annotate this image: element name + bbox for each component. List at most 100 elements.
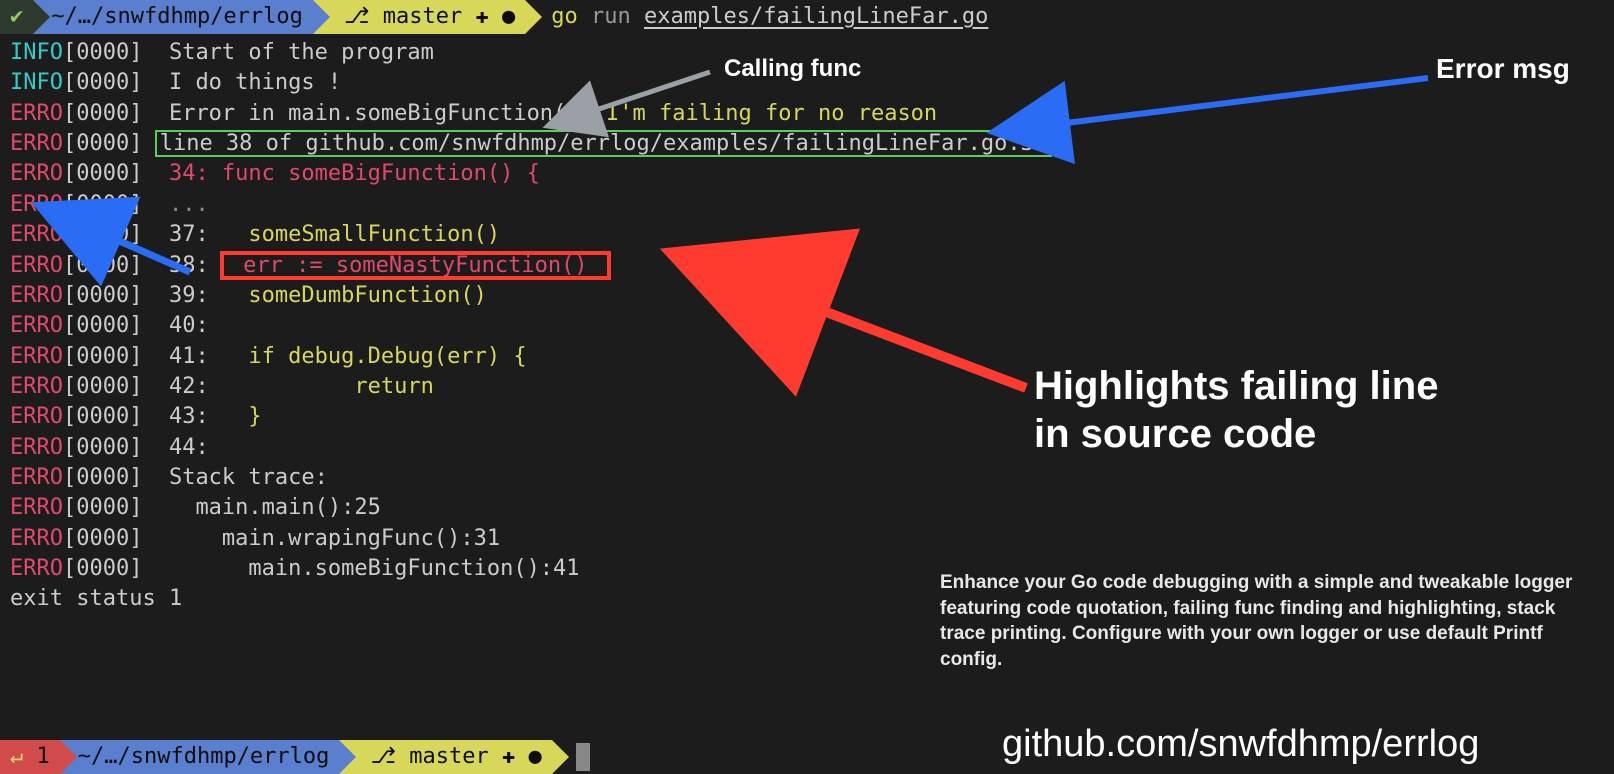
log-timestamp: [0000] [63, 101, 156, 126]
log-text: if debug.Debug(err) { [222, 344, 527, 369]
log-text: main.wrapingFunc():31 [156, 526, 500, 551]
log-timestamp: [0000] [63, 465, 156, 490]
cwd-path: ~/…/snwfdhmp/errlog [51, 2, 303, 32]
log-line: ERRO[0000] main.main():25 [10, 493, 1604, 523]
log-text: 40: [156, 313, 209, 338]
log-level: ERRO [10, 435, 63, 460]
log-line: ERRO[0000] ... [10, 190, 1604, 220]
log-text: 37: [156, 222, 222, 247]
log-line: ERRO[0000] Stack trace: [10, 463, 1604, 493]
check-icon: ✔ [10, 2, 23, 32]
log-text: main.main():25 [156, 495, 381, 520]
log-level: INFO [10, 70, 63, 95]
log-line: ERRO[0000] 40: [10, 311, 1604, 341]
log-level: ERRO [10, 374, 63, 399]
log-timestamp: [0000] [63, 495, 156, 520]
log-line: ERRO[0000] Error in main.someBigFunction… [10, 99, 1604, 129]
log-text: line 38 of github.com/snwfdhmp/errlog/ex… [160, 131, 1047, 156]
log-text: err := someNastyFunction() [230, 253, 601, 278]
plus-icon: ✚ [462, 2, 502, 32]
annotation-description: Enhance your Go code debugging with a si… [940, 570, 1590, 673]
log-level: ERRO [10, 404, 63, 429]
log-level: ERRO [10, 253, 63, 278]
log-text: 34: func someBigFunction() { [156, 161, 540, 186]
annotation-repo: github.com/snwfdhmp/errlog [1002, 718, 1479, 770]
log-level: INFO [10, 40, 63, 65]
cmd-run: run [591, 4, 644, 29]
log-text: Stack trace: [156, 465, 328, 490]
failing-line-highlight: err := someNastyFunction() [222, 253, 609, 278]
prompt-bar-top[interactable]: ✔ ~/…/snwfdhmp/errlog ⎇ master ✚ ● go ru… [0, 0, 1614, 34]
log-line: ERRO[0000] main.wrapingFunc():31 [10, 524, 1604, 554]
log-line: ERRO[0000] 38: err := someNastyFunction(… [10, 251, 1604, 281]
log-timestamp: [0000] [63, 404, 156, 429]
file-location-highlight: line 38 of github.com/snwfdhmp/errlog/ex… [156, 131, 1051, 156]
log-text: main.someBigFunction():41 [156, 556, 580, 581]
log-timestamp: [0000] [63, 526, 156, 551]
log-timestamp: [0000] [63, 253, 156, 278]
log-text: 43: [156, 404, 222, 429]
path-segment: ~/…/snwfdhmp/errlog [60, 740, 340, 774]
log-timestamp: [0000] [63, 222, 156, 247]
log-timestamp: [0000] [63, 374, 156, 399]
status-segment: ✔ [0, 0, 33, 34]
log-text: } [222, 404, 262, 429]
plus-icon: ✚ [489, 742, 529, 772]
log-timestamp: [0000] [63, 161, 156, 186]
log-level: ERRO [10, 495, 63, 520]
log-timestamp: [0000] [63, 70, 156, 95]
log-timestamp: [0000] [63, 131, 156, 156]
log-level: ERRO [10, 344, 63, 369]
log-level: ERRO [10, 161, 63, 186]
log-text: 39: [156, 283, 222, 308]
cmd-go: go [551, 4, 578, 29]
cursor-icon [576, 743, 590, 771]
cwd-path: ~/…/snwfdhmp/errlog [78, 742, 330, 772]
log-text: I do things ! [156, 70, 341, 95]
log-timestamp: [0000] [63, 40, 156, 65]
annotation-error-msg: Error msg [1436, 50, 1570, 89]
path-segment: ~/…/snwfdhmp/errlog [33, 0, 313, 34]
cmd-path: examples/failingLineFar.go [644, 4, 988, 29]
log-text: Start of the program [156, 40, 434, 65]
log-level: ERRO [10, 526, 63, 551]
branch-icon: ⎇ [331, 2, 383, 32]
log-text: I'm failing for no reason [606, 101, 937, 126]
log-text: Error in main.someBigFunction(): [156, 101, 606, 126]
log-timestamp: [0000] [63, 344, 156, 369]
log-level: ERRO [10, 222, 63, 247]
log-level: ERRO [10, 131, 63, 156]
log-text: someSmallFunction() [222, 222, 500, 247]
log-line: ERRO[0000] 37: someSmallFunction() [10, 220, 1604, 250]
log-level: ERRO [10, 192, 63, 217]
log-text: someDumbFunction() [222, 283, 487, 308]
log-timestamp: [0000] [63, 313, 156, 338]
annotation-calling-func: Calling func [724, 52, 861, 85]
log-text: 41: [156, 344, 222, 369]
annotation-highlight: Highlights failing line in source code [1034, 362, 1438, 458]
log-text: 44: [156, 435, 209, 460]
log-line: ERRO[0000] line 38 of github.com/snwfdhm… [10, 129, 1604, 159]
branch-segment: ⎇ master ✚ ● [313, 0, 525, 34]
log-text: 42: [156, 374, 222, 399]
log-timestamp: [0000] [63, 435, 156, 460]
log-text: ... [156, 192, 209, 217]
return-icon: ↵ 1 [10, 742, 50, 772]
branch-icon: ⎇ [357, 742, 409, 772]
log-level: ERRO [10, 556, 63, 581]
log-level: ERRO [10, 101, 63, 126]
log-text: 38: [156, 253, 222, 278]
log-level: ERRO [10, 313, 63, 338]
branch-name: master [383, 2, 462, 32]
log-timestamp: [0000] [63, 283, 156, 308]
dot-icon: ● [502, 2, 515, 32]
log-timestamp: [0000] [63, 556, 156, 581]
branch-name: master [409, 742, 488, 772]
command-input[interactable]: go run examples/failingLineFar.go [551, 2, 988, 32]
log-text: return [222, 374, 434, 399]
log-level: ERRO [10, 465, 63, 490]
error-segment: ↵ 1 [0, 740, 60, 774]
log-timestamp: [0000] [63, 192, 156, 217]
terminal-output[interactable]: INFO[0000] Start of the programINFO[0000… [0, 34, 1614, 584]
dot-icon: ● [529, 742, 542, 772]
